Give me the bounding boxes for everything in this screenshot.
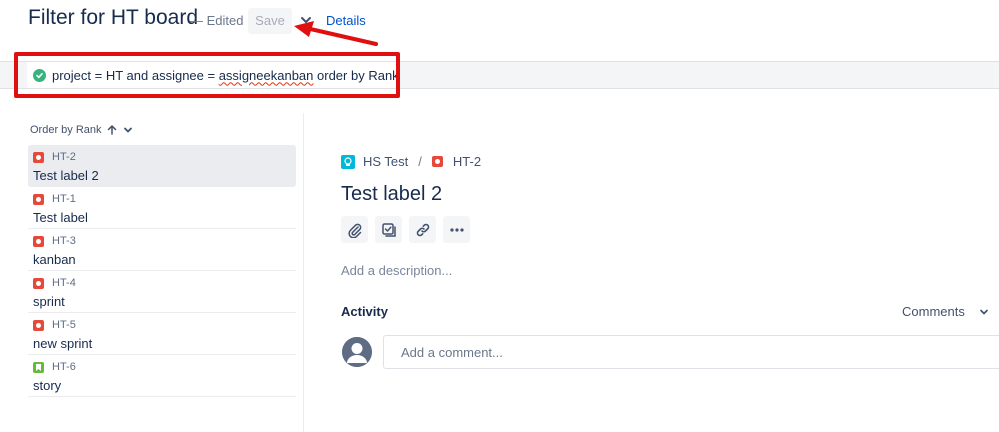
annotation-arrow [294, 21, 378, 46]
issue-key: HT-1 [52, 193, 76, 205]
issue-list-item[interactable]: HT-3 kanban [28, 229, 296, 271]
bug-icon [33, 151, 44, 163]
chevron-down-icon [980, 309, 988, 314]
arrow-up-icon[interactable] [106, 124, 118, 136]
bug-icon [33, 193, 44, 205]
issue-key: HT-3 [52, 235, 76, 247]
more-actions-button[interactable] [443, 216, 470, 243]
issue-summary: Test label [33, 210, 88, 225]
link-issue-button[interactable] [409, 216, 436, 243]
add-subtask-button[interactable] [375, 216, 402, 243]
issue-list-item[interactable]: HT-1 Test label [28, 187, 296, 229]
issue-key: HT-6 [52, 361, 76, 373]
activity-heading: Activity [341, 304, 388, 319]
issue-list: HT-2 Test label 2 HT-1 Test label HT-3 k… [28, 145, 296, 397]
subtask-icon [381, 222, 396, 237]
issue-list-item[interactable]: HT-2 Test label 2 [28, 145, 296, 187]
bug-icon [33, 235, 44, 247]
bug-icon [33, 319, 44, 331]
comment-input[interactable]: Add a comment... [383, 335, 999, 369]
issue-summary: new sprint [33, 336, 93, 351]
issue-list-item[interactable]: HT-4 sprint [28, 271, 296, 313]
issue-key: HT-4 [52, 277, 76, 289]
annotation-highlight-box [14, 52, 400, 98]
activity-filter-select[interactable]: Comments [902, 304, 989, 319]
bug-icon [431, 156, 443, 167]
issue-list-item[interactable]: HT-5 new sprint [28, 313, 296, 355]
issue-title[interactable]: Test label 2 [341, 183, 442, 206]
story-icon [33, 361, 44, 373]
issue-key: HT-2 [52, 151, 76, 163]
paperclip-icon [347, 223, 361, 238]
more-icon [449, 227, 464, 232]
user-avatar [342, 337, 372, 367]
issue-summary: Test label 2 [33, 168, 99, 183]
attach-button[interactable] [341, 216, 368, 243]
breadcrumb-issue-key[interactable]: HT-2 [453, 154, 481, 169]
issue-list-item[interactable]: HT-6 story [28, 355, 296, 397]
activity-filter-label: Comments [902, 304, 965, 319]
issue-summary: story [33, 378, 62, 393]
description-placeholder[interactable]: Add a description... [341, 263, 452, 278]
breadcrumb-project[interactable]: HS Test [363, 154, 408, 169]
edited-status: — Edited [190, 13, 244, 28]
chevron-down-icon[interactable] [122, 124, 134, 136]
sort-control[interactable]: Order by Rank [30, 124, 134, 136]
panel-divider [303, 113, 304, 432]
user-icon [342, 337, 372, 367]
breadcrumb: HS Test / HT-2 [341, 154, 481, 169]
issue-summary: kanban [33, 252, 76, 267]
issue-toolbar [341, 216, 470, 243]
sort-label: Order by Rank [30, 124, 102, 136]
bug-icon [33, 277, 44, 289]
issue-summary: sprint [33, 294, 65, 309]
page-title: Filter for HT board [28, 6, 198, 29]
issue-key: HT-5 [52, 319, 76, 331]
breadcrumb-separator: / [418, 154, 422, 169]
save-button[interactable]: Save [248, 8, 292, 34]
project-avatar-icon [341, 154, 355, 169]
link-icon [416, 223, 429, 236]
